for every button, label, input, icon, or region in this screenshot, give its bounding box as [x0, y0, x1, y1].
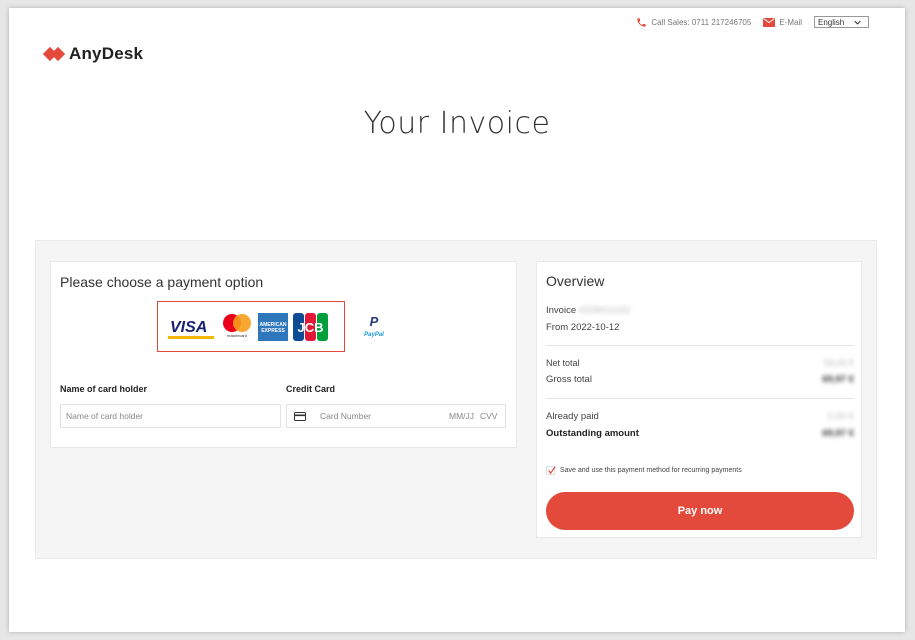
already-paid-value: 0,00 €: [827, 411, 854, 422]
card-methods-selector[interactable]: VISA mastercard AMERICAN EXPRESS JCB: [157, 301, 345, 352]
brand-name: AnyDesk: [69, 44, 144, 63]
outstanding-value: 69,97 €: [822, 428, 854, 439]
language-value: English: [818, 17, 845, 27]
call-sales-label: Call Sales:: [651, 17, 690, 27]
invoice-date: From 2022-10-12: [546, 322, 620, 333]
chevron-down-icon: [854, 20, 861, 25]
mastercard-logo: mastercard: [222, 313, 252, 344]
divider: [546, 345, 854, 346]
invoice-date-row: From 2022-10-12: [546, 322, 854, 333]
language-select[interactable]: English: [814, 16, 869, 28]
net-total-label: Net total: [546, 358, 580, 368]
save-method-checkbox-row[interactable]: Save and use this payment method for rec…: [546, 466, 742, 475]
expiry-placeholder[interactable]: MM/JJ: [449, 411, 474, 421]
anydesk-logo-icon: [43, 46, 65, 62]
card-holder-placeholder: Name of card holder: [66, 411, 144, 421]
amex-logo: AMERICAN EXPRESS: [258, 313, 288, 346]
phone-icon: [637, 17, 646, 27]
overview-heading: Overview: [546, 273, 605, 289]
pay-now-button[interactable]: Pay now: [546, 492, 854, 530]
save-method-text: Save and use this payment method for rec…: [560, 467, 742, 474]
cvv-placeholder[interactable]: CVV: [480, 411, 497, 421]
email-label: E-Mail: [779, 17, 802, 27]
payment-panel: Please choose a payment option VISA mast…: [50, 261, 517, 448]
net-total-row: Net total 59,00 €: [546, 358, 854, 368]
mail-icon: [763, 17, 776, 27]
card-holder-input[interactable]: Name of card holder: [60, 404, 281, 428]
card-holder-label: Name of card holder: [60, 384, 148, 394]
page-frame: Call Sales: 0711 217246705 E-Mail Englis…: [9, 8, 905, 632]
gross-total-value: 69,97 €: [822, 374, 854, 385]
paypal-option[interactable]: P PayPal: [361, 314, 387, 345]
sales-phone: 0711 217246705: [691, 17, 752, 27]
page-title: Your Invoice: [363, 106, 551, 141]
svg-text:P: P: [370, 314, 379, 329]
card-number-input[interactable]: Card Number MM/JJ CVV: [286, 404, 506, 428]
outstanding-label: Outstanding amount: [546, 428, 639, 439]
checkmark-icon: [548, 466, 556, 475]
save-method-checkbox[interactable]: [546, 466, 556, 475]
already-paid-label: Already paid: [546, 411, 599, 422]
jcb-logo: JCB: [293, 313, 328, 346]
main-content: Please choose a payment option VISA mast…: [35, 240, 877, 559]
invoice-number-row: Invoice 4328411162: [546, 305, 854, 316]
gross-total-label: Gross total: [546, 374, 592, 385]
topbar: Call Sales: 0711 217246705 E-Mail Englis…: [636, 16, 869, 28]
svg-text:PayPal: PayPal: [364, 332, 384, 338]
card-number-placeholder: Card Number: [320, 411, 372, 421]
svg-text:EXPRESS: EXPRESS: [261, 328, 285, 334]
svg-text:mastercard: mastercard: [227, 333, 247, 338]
already-paid-row: Already paid 0,00 €: [546, 411, 854, 422]
svg-text:VISA: VISA: [170, 319, 207, 336]
payment-heading: Please choose a payment option: [60, 274, 264, 290]
invoice-number: 4328411162: [578, 305, 631, 316]
credit-card-icon: [294, 411, 306, 421]
net-total-value: 59,00 €: [823, 358, 854, 368]
svg-text:JCB: JCB: [297, 320, 323, 335]
gross-total-row: Gross total 69,97 €: [546, 374, 854, 385]
credit-card-label: Credit Card: [286, 384, 336, 394]
visa-logo: VISA: [168, 317, 214, 344]
invoice-label: Invoice: [546, 305, 577, 316]
overview-panel: Overview Invoice 4328411162 From 2022-10…: [536, 261, 862, 538]
email-link[interactable]: E-Mail: [763, 17, 802, 27]
call-sales[interactable]: Call Sales: 0711 217246705: [636, 17, 751, 28]
outstanding-row: Outstanding amount 69,97 €: [546, 428, 854, 439]
anydesk-logo[interactable]: AnyDesk: [43, 44, 143, 64]
divider: [546, 398, 854, 399]
